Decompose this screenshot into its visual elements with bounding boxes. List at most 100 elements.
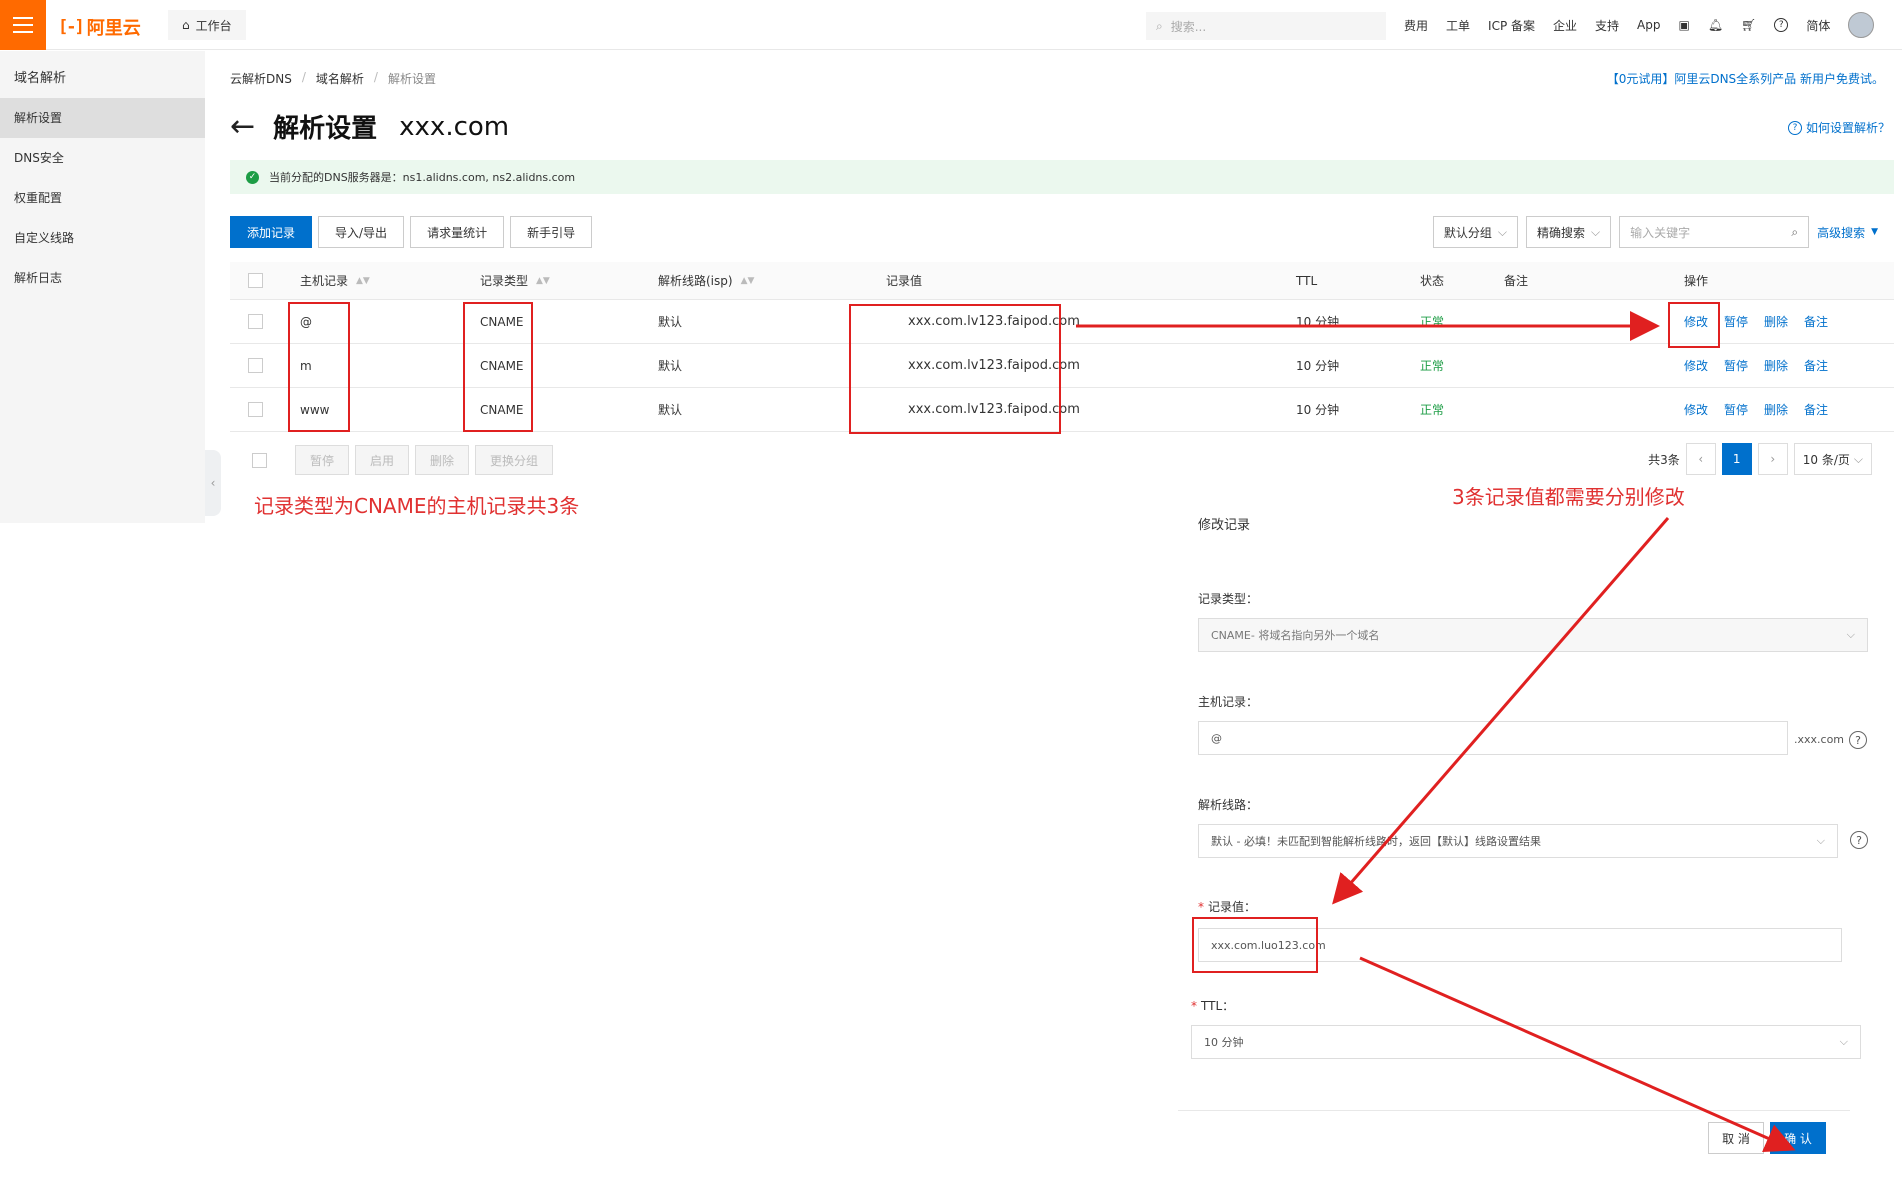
nav-app[interactable]: App: [1637, 18, 1660, 32]
bulk-pause-button[interactable]: 暂停: [295, 445, 350, 475]
delete-link[interactable]: 删除: [1764, 313, 1788, 330]
ttl-value: 10 分钟: [1204, 1036, 1244, 1049]
bell-icon[interactable]: 🔔︎: [1708, 18, 1723, 32]
workspace-button[interactable]: ⌂ 工作台: [168, 10, 246, 40]
cart-icon[interactable]: 🛒︎: [1741, 18, 1756, 32]
request-stats-button[interactable]: 请求量统计: [410, 216, 505, 248]
breadcrumb-item[interactable]: 云解析DNS: [230, 70, 292, 87]
line-select[interactable]: 默认 - 必填！未匹配到智能解析线路时，返回【默认】线路设置结果 ⌵: [1198, 824, 1838, 858]
sort-icon[interactable]: ▲▼: [536, 276, 550, 286]
row-checkbox[interactable]: [248, 358, 263, 373]
notice-text: 当前分配的DNS服务器是：ns1.alidns.com, ns2.alidns.…: [269, 171, 576, 184]
promo-link[interactable]: 【0元试用】阿里云DNS全系列产品 新用户免费试。: [1607, 70, 1884, 87]
sidebar-collapse-handle[interactable]: ‹: [205, 450, 221, 516]
edit-link[interactable]: 修改: [1684, 401, 1708, 418]
bulk-delete-button[interactable]: 删除: [415, 445, 470, 475]
bulk-select-checkbox[interactable]: [252, 452, 267, 468]
nav-support[interactable]: 支持: [1595, 17, 1619, 34]
nav-enterprise[interactable]: 企业: [1553, 17, 1577, 34]
guide-button[interactable]: 新手引导: [510, 216, 593, 248]
confirm-button[interactable]: 确 认: [1770, 1122, 1826, 1154]
status-cell: 正常: [1420, 359, 1445, 373]
page-domain: xxx.com: [399, 111, 510, 142]
page-title: 解析设置: [273, 114, 378, 144]
search-icon[interactable]: ⌕: [1791, 225, 1798, 240]
lang-switch[interactable]: 简体: [1806, 17, 1830, 34]
sidebar-item-log[interactable]: 解析日志: [0, 258, 205, 298]
line-value: 默认 - 必填！未匹配到智能解析线路时，返回【默认】线路设置结果: [1211, 835, 1541, 848]
search-placeholder: 搜索...: [1170, 19, 1207, 34]
sidebar: 域名解析 解析设置 DNS安全 权重配置 自定义线路 解析日志: [0, 51, 205, 523]
line-cell: 默认: [658, 315, 683, 329]
advanced-search-link[interactable]: 高级搜索 ▼: [1817, 224, 1878, 241]
breadcrumb: 云解析DNS / 域名解析 / 解析设置: [230, 70, 436, 87]
page-size-select[interactable]: 10 条/页 ⌵: [1793, 443, 1872, 475]
record-type-select[interactable]: CNAME- 将域名指向另外一个域名 ⌵: [1198, 618, 1868, 652]
sidebar-item-custom-line[interactable]: 自定义线路: [0, 218, 205, 258]
page-number-button[interactable]: 1: [1721, 443, 1752, 475]
row-checkbox[interactable]: [248, 314, 263, 329]
help-link-label: 如何设置解析？: [1805, 121, 1890, 135]
next-page-button[interactable]: ›: [1757, 443, 1788, 475]
line-cell: 默认: [658, 359, 683, 373]
remark-link[interactable]: 备注: [1804, 357, 1828, 374]
pause-link[interactable]: 暂停: [1724, 401, 1748, 418]
keyword-input[interactable]: 输入关键字 ⌕: [1619, 216, 1810, 248]
help-icon[interactable]: ?: [1774, 18, 1789, 32]
brand-logo[interactable]: [-] 阿里云: [58, 14, 141, 40]
nav-tickets[interactable]: 工单: [1446, 17, 1470, 34]
remark-link[interactable]: 备注: [1804, 401, 1828, 418]
highlight-record-value: [1192, 917, 1318, 973]
nav-icp[interactable]: ICP 备案: [1488, 17, 1535, 34]
highlight-value-column: [849, 304, 1061, 434]
sidebar-item-weight[interactable]: 权重配置: [0, 178, 205, 218]
breadcrumb-item[interactable]: 域名解析: [316, 70, 364, 87]
sort-icon[interactable]: ▲▼: [356, 276, 370, 286]
record-type-label: 记录类型：: [1198, 592, 1259, 606]
breadcrumb-item: 解析设置: [387, 72, 436, 86]
bulk-change-group-button[interactable]: 更换分组: [475, 445, 554, 475]
cancel-button[interactable]: 取 消: [1708, 1122, 1764, 1154]
pause-link[interactable]: 暂停: [1724, 313, 1748, 330]
avatar[interactable]: [1848, 12, 1875, 38]
group-select[interactable]: 默认分组 ⌵: [1432, 216, 1518, 248]
select-all-checkbox[interactable]: [248, 273, 263, 288]
chevron-down-icon: ⌵: [1590, 224, 1601, 239]
column-value: 记录值: [886, 274, 923, 288]
sidebar-item-settings[interactable]: 解析设置: [0, 98, 205, 138]
help-link[interactable]: ? 如何设置解析？: [1787, 119, 1890, 136]
sidebar-item-dns-security[interactable]: DNS安全: [0, 138, 205, 178]
edit-link[interactable]: 修改: [1684, 357, 1708, 374]
sort-icon[interactable]: ▲▼: [741, 276, 755, 286]
host-record-input[interactable]: @: [1198, 721, 1788, 755]
add-record-button[interactable]: 添加记录: [230, 216, 313, 248]
delete-link[interactable]: 删除: [1764, 401, 1788, 418]
highlight-host-column: [288, 302, 350, 432]
dns-server-notice: ✓ 当前分配的DNS服务器是：ns1.alidns.com, ns2.alidn…: [230, 160, 1894, 194]
terminal-icon[interactable]: ▣: [1679, 18, 1690, 32]
column-line[interactable]: 解析线路(isp): [658, 272, 733, 289]
sidebar-title: 域名解析: [14, 71, 67, 86]
ttl-label: * TTL：: [1191, 999, 1235, 1013]
menu-icon[interactable]: [0, 0, 46, 50]
remark-link[interactable]: 备注: [1804, 313, 1828, 330]
ttl-select[interactable]: 10 分钟 ⌵: [1191, 1025, 1861, 1059]
chevron-down-icon: ⌵: [1839, 1035, 1848, 1048]
back-arrow-icon[interactable]: ←: [230, 111, 255, 142]
edit-panel-title: 修改记录: [1198, 518, 1251, 533]
advanced-search-label: 高级搜索: [1817, 225, 1866, 240]
nav-billing[interactable]: 费用: [1404, 17, 1428, 34]
delete-link[interactable]: 删除: [1764, 357, 1788, 374]
breadcrumb-separator: /: [301, 70, 306, 84]
pause-link[interactable]: 暂停: [1724, 357, 1748, 374]
row-checkbox[interactable]: [248, 402, 263, 417]
question-icon[interactable]: ?: [1849, 731, 1867, 749]
question-icon[interactable]: ?: [1850, 831, 1868, 849]
column-type[interactable]: 记录类型: [480, 272, 528, 289]
prev-page-button[interactable]: ‹: [1685, 443, 1716, 475]
bulk-enable-button[interactable]: 启用: [355, 445, 410, 475]
import-export-button[interactable]: 导入/导出: [318, 216, 405, 248]
search-mode-select[interactable]: 精确搜索 ⌵: [1525, 216, 1612, 248]
global-search-input[interactable]: ⌕ 搜索...: [1146, 12, 1386, 40]
column-host[interactable]: 主机记录: [300, 272, 348, 289]
